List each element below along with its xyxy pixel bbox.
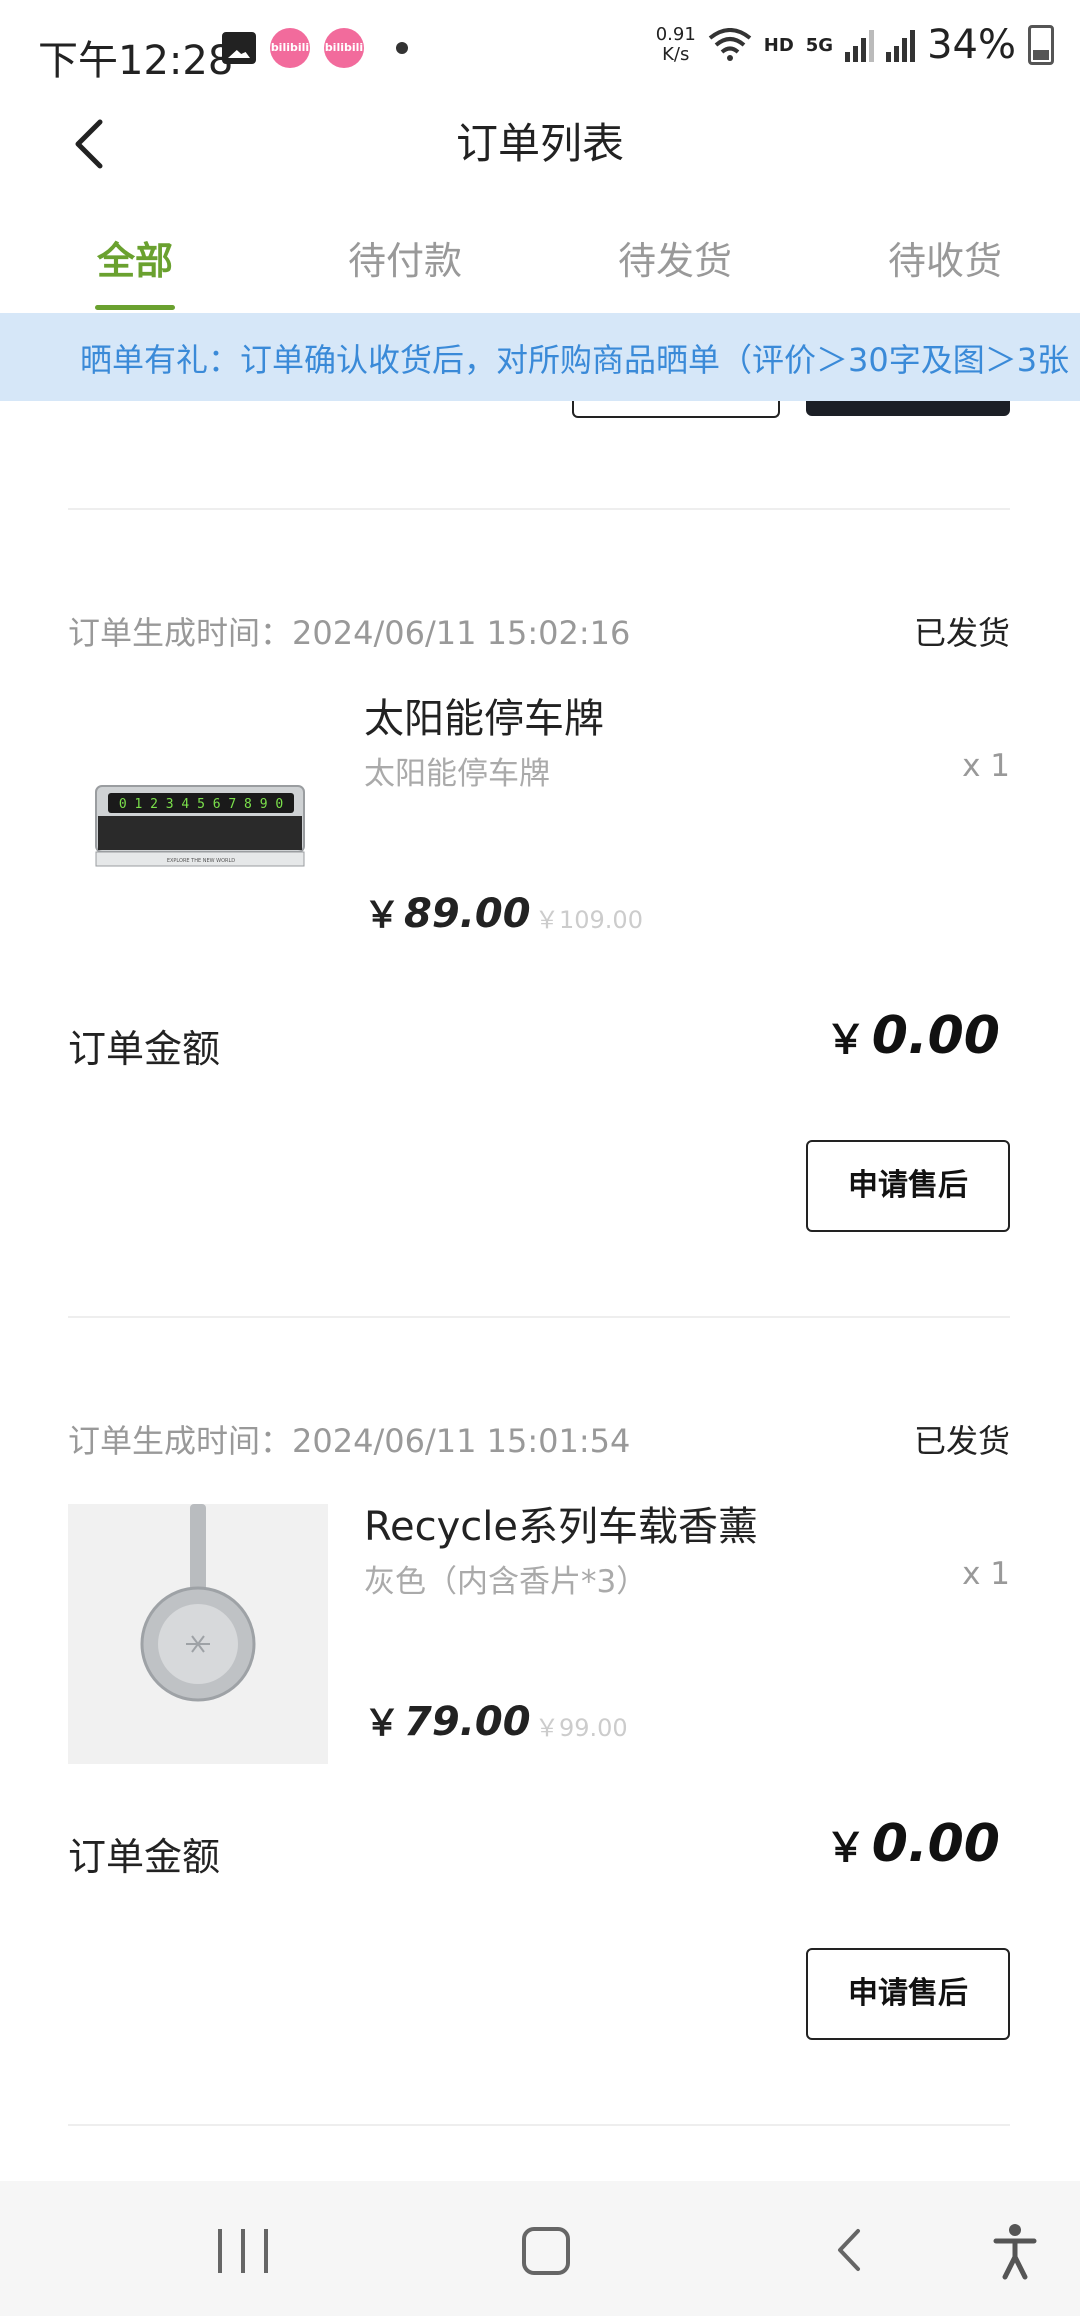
promo-banner-text: 晒单有礼：订单确认收货后，对所购商品晒单（评价＞30字及图＞3张 bbox=[80, 341, 1070, 379]
battery-percent: 34% bbox=[927, 22, 1016, 68]
currency-symbol: ￥ bbox=[825, 1825, 866, 1871]
amount-value: 0.00 bbox=[871, 1814, 1000, 1874]
tab-underline bbox=[95, 305, 175, 310]
tab-label: 全部 bbox=[96, 239, 173, 283]
product-quantity: x 1 bbox=[962, 1556, 1010, 1592]
original-price: ￥109.00 bbox=[535, 906, 643, 934]
tab-pending-receipt[interactable]: 待收货 bbox=[810, 210, 1080, 310]
network-speed: 0.91 K/s bbox=[655, 24, 696, 65]
divider bbox=[68, 2124, 1010, 2126]
order-amount-label: 订单金额 bbox=[68, 1027, 221, 1071]
tab-pending-payment[interactable]: 待付款 bbox=[270, 210, 540, 310]
bilibili-icon: bilibili bbox=[324, 28, 364, 68]
order-card[interactable]: 订单生成时间：2024/06/11 15:01:54 已发货 Recycle系列… bbox=[0, 1416, 1080, 2116]
order-amount: ￥ 0.00 bbox=[826, 1814, 1000, 1874]
network-type: 5G bbox=[805, 34, 834, 56]
page-title: 订单列表 bbox=[455, 119, 624, 168]
tab-label: 待收货 bbox=[887, 239, 1002, 283]
price-value: 79.00 bbox=[404, 1699, 531, 1745]
order-status: 已发货 bbox=[913, 614, 1010, 652]
app-header: 订单列表 bbox=[0, 100, 1080, 190]
tab-label: 待付款 bbox=[347, 239, 462, 283]
product-quantity: x 1 bbox=[962, 748, 1010, 784]
order-status: 已发货 bbox=[913, 1422, 1010, 1460]
order-amount-label: 订单金额 bbox=[68, 1835, 221, 1879]
parking-plate-image: 0 1 2 3 4 5 6 7 8 9 0 EXPLORE THE NEW WO… bbox=[95, 785, 305, 867]
currency-symbol: ￥ bbox=[825, 1017, 866, 1063]
divider bbox=[68, 508, 1010, 510]
after-sales-button[interactable]: 申请售后 bbox=[806, 1140, 1010, 1232]
order-amount: ￥ 0.00 bbox=[826, 1006, 1000, 1066]
order-tabs: 全部 待付款 待发货 待收货 bbox=[0, 210, 1080, 310]
more-notifications-dot-icon bbox=[396, 42, 408, 54]
plate-digits: 0 1 2 3 4 5 6 7 8 9 0 bbox=[119, 797, 283, 812]
status-bar: 下午12:28 bilibili bilibili 0.91 K/s HD 5G… bbox=[0, 0, 1080, 100]
bilibili-icon: bilibili bbox=[270, 28, 310, 68]
signal-icon bbox=[886, 28, 916, 62]
currency-symbol: ￥ bbox=[364, 1703, 401, 1744]
after-sales-button[interactable]: 申请售后 bbox=[806, 1948, 1010, 2040]
hd-badge: HD bbox=[763, 34, 794, 56]
battery-icon bbox=[1028, 25, 1054, 65]
nav-back-icon[interactable] bbox=[830, 2225, 870, 2275]
product-name: Recycle系列车载香薰 bbox=[364, 1504, 758, 1550]
product-price: ￥ 79.00 bbox=[364, 1694, 531, 1746]
product-spec: 太阳能停车牌 bbox=[364, 756, 550, 792]
product-price: ￥ 89.00 bbox=[364, 886, 531, 938]
price-value: 89.00 bbox=[404, 891, 531, 937]
tab-all[interactable]: 全部 bbox=[0, 210, 270, 310]
currency-symbol: ￥ bbox=[364, 895, 401, 936]
product-name: 太阳能停车牌 bbox=[364, 696, 604, 742]
status-time: 下午12:28 bbox=[38, 38, 234, 84]
order-time: 订单生成时间：2024/06/11 15:01:54 bbox=[68, 1422, 631, 1460]
accessibility-icon[interactable] bbox=[990, 2221, 1040, 2281]
wifi-icon bbox=[708, 28, 752, 61]
divider bbox=[68, 1316, 1010, 1318]
order-card[interactable]: 订单生成时间：2024/06/11 15:02:16 已发货 0 1 2 3 4… bbox=[0, 608, 1080, 1308]
product-image[interactable]: 0 1 2 3 4 5 6 7 8 9 0 EXPLORE THE NEW WO… bbox=[68, 696, 328, 956]
plate-caption: EXPLORE THE NEW WORLD bbox=[167, 858, 235, 864]
product-image[interactable] bbox=[68, 1504, 328, 1764]
tab-pending-shipment[interactable]: 待发货 bbox=[540, 210, 810, 310]
signal-icon bbox=[845, 28, 875, 62]
home-icon[interactable] bbox=[522, 2227, 570, 2275]
original-price: ￥99.00 bbox=[535, 1714, 628, 1742]
aroma-diffuser-image bbox=[140, 1504, 256, 1702]
tab-label: 待发货 bbox=[617, 239, 732, 283]
system-nav-bar bbox=[0, 2181, 1080, 2316]
gallery-icon bbox=[222, 32, 256, 64]
notification-icons: bilibili bilibili bbox=[222, 28, 408, 68]
order-time: 订单生成时间：2024/06/11 15:02:16 bbox=[68, 614, 631, 652]
product-spec: 灰色（内含香片*3） bbox=[364, 1564, 648, 1600]
promo-banner[interactable]: 晒单有礼：订单确认收货后，对所购商品晒单（评价＞30字及图＞3张 bbox=[0, 313, 1080, 401]
recent-apps-icon[interactable] bbox=[218, 2229, 268, 2273]
status-right: 0.91 K/s HD 5G 34% bbox=[656, 22, 1054, 68]
amount-value: 0.00 bbox=[871, 1006, 1000, 1066]
